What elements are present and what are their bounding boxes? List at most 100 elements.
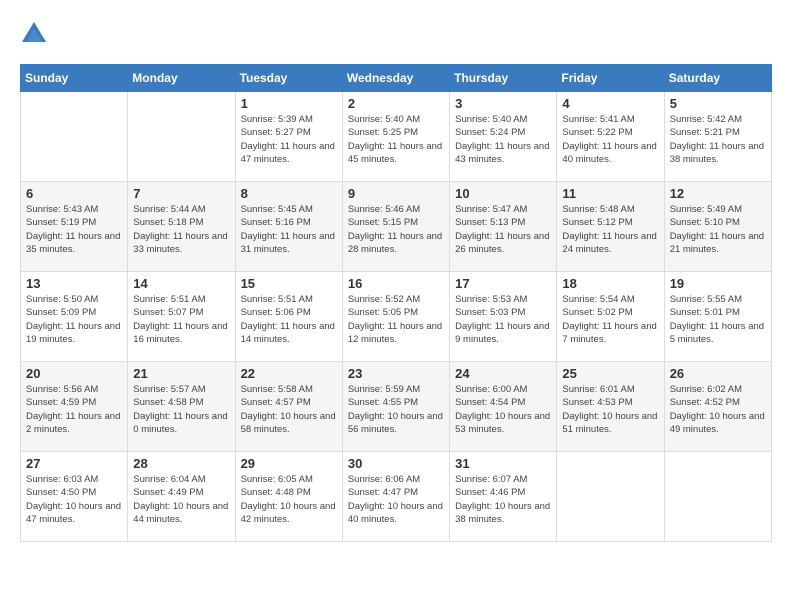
day-number: 15 bbox=[241, 276, 337, 291]
calendar-cell: 14 Sunrise: 5:51 AMSunset: 5:07 PMDayligh… bbox=[128, 272, 235, 362]
day-number: 10 bbox=[455, 186, 551, 201]
day-number: 14 bbox=[133, 276, 229, 291]
calendar-cell: 9 Sunrise: 5:46 AMSunset: 5:15 PMDaylight… bbox=[342, 182, 449, 272]
day-info: Sunrise: 5:58 AMSunset: 4:57 PMDaylight:… bbox=[241, 383, 337, 436]
day-number: 4 bbox=[562, 96, 658, 111]
calendar-cell: 5Sunrise: 5:42 AMSunset: 5:21 PMDaylight… bbox=[664, 92, 771, 182]
calendar-cell bbox=[21, 92, 128, 182]
logo-icon bbox=[20, 20, 48, 48]
weekday-header: Saturday bbox=[664, 65, 771, 92]
day-number: 6 bbox=[26, 186, 122, 201]
day-number: 29 bbox=[241, 456, 337, 471]
day-info: Sunrise: 5:45 AMSunset: 5:16 PMDaylight:… bbox=[241, 203, 337, 256]
weekday-header-row: SundayMondayTuesdayWednesdayThursdayFrid… bbox=[21, 65, 772, 92]
day-info: Sunrise: 5:56 AMSunset: 4:59 PMDaylight:… bbox=[26, 383, 122, 436]
calendar-cell: 28Sunrise: 6:04 AMSunset: 4:49 PMDayligh… bbox=[128, 452, 235, 542]
day-info: Sunrise: 6:05 AMSunset: 4:48 PMDaylight:… bbox=[241, 473, 337, 526]
calendar-cell: 25Sunrise: 6:01 AMSunset: 4:53 PMDayligh… bbox=[557, 362, 664, 452]
calendar-cell bbox=[128, 92, 235, 182]
calendar-cell: 21 Sunrise: 5:57 AMSunset: 4:58 PMDayligh… bbox=[128, 362, 235, 452]
day-info: Sunrise: 5:43 AMSunset: 5:19 PMDaylight:… bbox=[26, 203, 122, 256]
weekday-header: Monday bbox=[128, 65, 235, 92]
logo bbox=[20, 20, 52, 48]
day-number: 13 bbox=[26, 276, 122, 291]
calendar-cell: 6 Sunrise: 5:43 AMSunset: 5:19 PMDaylight… bbox=[21, 182, 128, 272]
weekday-header: Wednesday bbox=[342, 65, 449, 92]
calendar-cell: 1 Sunrise: 5:39 AMSunset: 5:27 PMDaylight… bbox=[235, 92, 342, 182]
day-number: 26 bbox=[670, 366, 766, 381]
calendar-body: 1 Sunrise: 5:39 AMSunset: 5:27 PMDaylight… bbox=[21, 92, 772, 542]
day-info: Sunrise: 6:07 AMSunset: 4:46 PMDaylight:… bbox=[455, 473, 551, 526]
day-number: 11 bbox=[562, 186, 658, 201]
calendar-cell: 13 Sunrise: 5:50 AMSunset: 5:09 PMDayligh… bbox=[21, 272, 128, 362]
calendar-cell: 27Sunrise: 6:03 AMSunset: 4:50 PMDayligh… bbox=[21, 452, 128, 542]
day-number: 20 bbox=[26, 366, 122, 381]
calendar-cell: 18 Sunrise: 5:54 AMSunset: 5:02 PMDayligh… bbox=[557, 272, 664, 362]
calendar-cell: 11 Sunrise: 5:48 AMSunset: 5:12 PMDayligh… bbox=[557, 182, 664, 272]
day-info: Sunrise: 5:50 AMSunset: 5:09 PMDaylight:… bbox=[26, 293, 122, 346]
weekday-header: Thursday bbox=[450, 65, 557, 92]
calendar-cell bbox=[664, 452, 771, 542]
day-info: Sunrise: 5:51 AMSunset: 5:07 PMDaylight:… bbox=[133, 293, 229, 346]
day-number: 22 bbox=[241, 366, 337, 381]
calendar-cell: 29 Sunrise: 6:05 AMSunset: 4:48 PMDayligh… bbox=[235, 452, 342, 542]
day-number: 30 bbox=[348, 456, 444, 471]
day-number: 18 bbox=[562, 276, 658, 291]
day-number: 21 bbox=[133, 366, 229, 381]
day-info: Sunrise: 5:42 AMSunset: 5:21 PMDaylight:… bbox=[670, 113, 766, 166]
day-number: 17 bbox=[455, 276, 551, 291]
day-info: Sunrise: 5:39 AMSunset: 5:27 PMDaylight:… bbox=[241, 113, 337, 166]
day-info: Sunrise: 5:51 AMSunset: 5:06 PMDaylight:… bbox=[241, 293, 337, 346]
calendar-week-row: 13 Sunrise: 5:50 AMSunset: 5:09 PMDayligh… bbox=[21, 272, 772, 362]
calendar-cell: 16 Sunrise: 5:52 AMSunset: 5:05 PMDayligh… bbox=[342, 272, 449, 362]
day-number: 3 bbox=[455, 96, 551, 111]
calendar-cell: 7Sunrise: 5:44 AMSunset: 5:18 PMDaylight… bbox=[128, 182, 235, 272]
day-info: Sunrise: 5:40 AMSunset: 5:24 PMDaylight:… bbox=[455, 113, 551, 166]
day-info: Sunrise: 6:01 AMSunset: 4:53 PMDaylight:… bbox=[562, 383, 658, 436]
calendar-cell: 4 Sunrise: 5:41 AMSunset: 5:22 PMDaylight… bbox=[557, 92, 664, 182]
day-info: Sunrise: 5:49 AMSunset: 5:10 PMDaylight:… bbox=[670, 203, 766, 256]
day-number: 8 bbox=[241, 186, 337, 201]
calendar-cell: 10 Sunrise: 5:47 AMSunset: 5:13 PMDayligh… bbox=[450, 182, 557, 272]
day-info: Sunrise: 6:04 AMSunset: 4:49 PMDaylight:… bbox=[133, 473, 229, 526]
day-info: Sunrise: 5:57 AMSunset: 4:58 PMDaylight:… bbox=[133, 383, 229, 436]
day-info: Sunrise: 5:54 AMSunset: 5:02 PMDaylight:… bbox=[562, 293, 658, 346]
day-number: 27 bbox=[26, 456, 122, 471]
day-info: Sunrise: 5:40 AMSunset: 5:25 PMDaylight:… bbox=[348, 113, 444, 166]
calendar-cell: 22 Sunrise: 5:58 AMSunset: 4:57 PMDayligh… bbox=[235, 362, 342, 452]
day-number: 16 bbox=[348, 276, 444, 291]
weekday-header: Sunday bbox=[21, 65, 128, 92]
calendar-cell: 12Sunrise: 5:49 AMSunset: 5:10 PMDayligh… bbox=[664, 182, 771, 272]
day-info: Sunrise: 5:53 AMSunset: 5:03 PMDaylight:… bbox=[455, 293, 551, 346]
day-number: 31 bbox=[455, 456, 551, 471]
calendar-week-row: 20 Sunrise: 5:56 AMSunset: 4:59 PMDayligh… bbox=[21, 362, 772, 452]
calendar-week-row: 27Sunrise: 6:03 AMSunset: 4:50 PMDayligh… bbox=[21, 452, 772, 542]
day-info: Sunrise: 6:02 AMSunset: 4:52 PMDaylight:… bbox=[670, 383, 766, 436]
page-header bbox=[20, 20, 772, 48]
calendar-cell: 26 Sunrise: 6:02 AMSunset: 4:52 PMDayligh… bbox=[664, 362, 771, 452]
day-info: Sunrise: 5:55 AMSunset: 5:01 PMDaylight:… bbox=[670, 293, 766, 346]
day-number: 1 bbox=[241, 96, 337, 111]
day-info: Sunrise: 5:47 AMSunset: 5:13 PMDaylight:… bbox=[455, 203, 551, 256]
day-info: Sunrise: 5:48 AMSunset: 5:12 PMDaylight:… bbox=[562, 203, 658, 256]
calendar-cell: 15 Sunrise: 5:51 AMSunset: 5:06 PMDayligh… bbox=[235, 272, 342, 362]
calendar-table: SundayMondayTuesdayWednesdayThursdayFrid… bbox=[20, 64, 772, 542]
day-number: 19 bbox=[670, 276, 766, 291]
calendar-cell bbox=[557, 452, 664, 542]
day-info: Sunrise: 5:52 AMSunset: 5:05 PMDaylight:… bbox=[348, 293, 444, 346]
calendar-cell: 23 Sunrise: 5:59 AMSunset: 4:55 PMDayligh… bbox=[342, 362, 449, 452]
weekday-header: Friday bbox=[557, 65, 664, 92]
day-info: Sunrise: 6:00 AMSunset: 4:54 PMDaylight:… bbox=[455, 383, 551, 436]
calendar-week-row: 1 Sunrise: 5:39 AMSunset: 5:27 PMDaylight… bbox=[21, 92, 772, 182]
day-info: Sunrise: 5:46 AMSunset: 5:15 PMDaylight:… bbox=[348, 203, 444, 256]
day-info: Sunrise: 5:59 AMSunset: 4:55 PMDaylight:… bbox=[348, 383, 444, 436]
calendar-cell: 24Sunrise: 6:00 AMSunset: 4:54 PMDayligh… bbox=[450, 362, 557, 452]
calendar-cell: 19 Sunrise: 5:55 AMSunset: 5:01 PMDayligh… bbox=[664, 272, 771, 362]
day-number: 2 bbox=[348, 96, 444, 111]
calendar-cell: 20 Sunrise: 5:56 AMSunset: 4:59 PMDayligh… bbox=[21, 362, 128, 452]
day-number: 23 bbox=[348, 366, 444, 381]
day-info: Sunrise: 5:41 AMSunset: 5:22 PMDaylight:… bbox=[562, 113, 658, 166]
calendar-cell: 2 Sunrise: 5:40 AMSunset: 5:25 PMDaylight… bbox=[342, 92, 449, 182]
day-number: 9 bbox=[348, 186, 444, 201]
calendar-cell: 31 Sunrise: 6:07 AMSunset: 4:46 PMDayligh… bbox=[450, 452, 557, 542]
